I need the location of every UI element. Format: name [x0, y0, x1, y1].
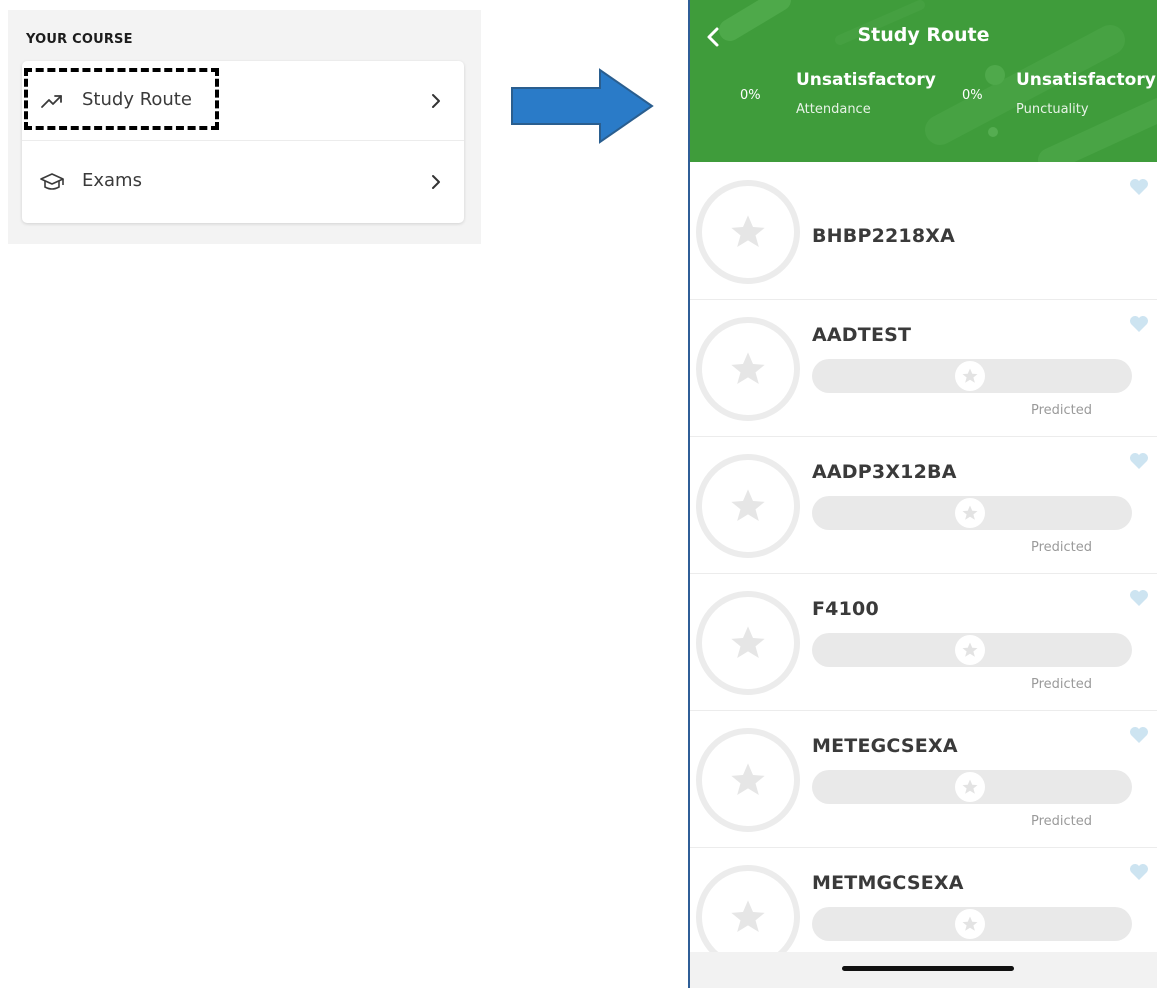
star-icon	[962, 505, 978, 520]
bottom-bar	[690, 952, 1157, 988]
star-icon	[731, 489, 765, 521]
progress-track	[812, 496, 1132, 530]
star-icon	[962, 368, 978, 383]
course-code: AADP3X12BA	[812, 461, 957, 483]
page-title: Study Route	[857, 24, 990, 46]
chevron-right-icon	[432, 94, 440, 108]
course-code: METMGCSEXA	[812, 872, 964, 894]
course-code: METEGCSEXA	[812, 735, 958, 757]
phone-screen: Study Route 0% Unsatisfactory Attendance…	[688, 0, 1157, 988]
progress-marker	[955, 635, 985, 665]
star-icon	[962, 779, 978, 794]
course-row-bhbp2218xa[interactable]: BHBP2218XA	[690, 163, 1157, 300]
course-row-aadp3x12ba[interactable]: AADP3X12BA Predicted	[690, 437, 1157, 574]
punctuality-caption: Punctuality	[1016, 102, 1089, 117]
star-icon	[731, 352, 765, 384]
course-row-metegcsexa[interactable]: METEGCSEXA Predicted	[690, 711, 1157, 848]
progress-track	[812, 770, 1132, 804]
star-icon	[962, 642, 978, 657]
star-icon	[731, 626, 765, 658]
progress-track	[812, 359, 1132, 393]
progress-marker	[955, 498, 985, 528]
home-indicator[interactable]	[842, 966, 1014, 971]
attendance-caption: Attendance	[796, 102, 871, 117]
predicted-label: Predicted	[1030, 540, 1092, 555]
heart-icon[interactable]	[1129, 178, 1149, 196]
study-route-header: Study Route 0% Unsatisfactory Attendance…	[690, 0, 1157, 162]
progress-track	[812, 633, 1132, 667]
section-heading: YOUR COURSE	[26, 32, 133, 47]
attendance-percent: 0%	[740, 88, 761, 103]
course-row-f4100[interactable]: F4100 Predicted	[690, 574, 1157, 711]
chevron-right-icon	[432, 175, 440, 189]
heart-icon[interactable]	[1129, 863, 1149, 881]
attendance-status: Unsatisfactory	[796, 70, 936, 90]
star-badge	[696, 454, 800, 558]
star-icon	[731, 763, 765, 795]
progress-marker	[955, 361, 985, 391]
star-badge	[696, 317, 800, 421]
course-row-aadtest[interactable]: AADTEST Predicted	[690, 300, 1157, 437]
predicted-label: Predicted	[1030, 403, 1092, 418]
menu-label-exams: Exams	[82, 170, 142, 191]
trend-icon	[41, 95, 62, 108]
heart-icon[interactable]	[1129, 452, 1149, 470]
star-icon	[731, 215, 765, 247]
home-indicator-area	[690, 952, 1157, 988]
course-menu-card: Study Route Exams	[22, 61, 464, 223]
right-arrow-icon	[511, 68, 654, 144]
progress-track	[812, 907, 1132, 941]
menu-label-study-route: Study Route	[82, 89, 192, 110]
punctuality-status: Unsatisfactory	[1016, 70, 1156, 90]
menu-item-exams[interactable]: Exams	[22, 142, 464, 222]
star-badge	[696, 180, 800, 284]
course-code: F4100	[812, 598, 879, 620]
course-code: AADTEST	[812, 324, 912, 346]
heart-icon[interactable]	[1129, 315, 1149, 333]
menu-item-study-route[interactable]: Study Route	[22, 61, 464, 141]
heart-icon[interactable]	[1129, 726, 1149, 744]
heart-icon[interactable]	[1129, 589, 1149, 607]
your-course-panel: YOUR COURSE Study Route Exams	[8, 10, 481, 244]
star-badge	[696, 728, 800, 832]
predicted-label: Predicted	[1030, 677, 1092, 692]
predicted-label: Predicted	[1030, 814, 1092, 829]
star-icon	[962, 916, 978, 931]
star-icon	[731, 900, 765, 932]
star-badge	[696, 591, 800, 695]
progress-marker	[955, 909, 985, 939]
graduation-cap-icon	[40, 173, 64, 190]
course-code: BHBP2218XA	[812, 225, 956, 247]
punctuality-percent: 0%	[962, 88, 983, 103]
progress-marker	[955, 772, 985, 802]
